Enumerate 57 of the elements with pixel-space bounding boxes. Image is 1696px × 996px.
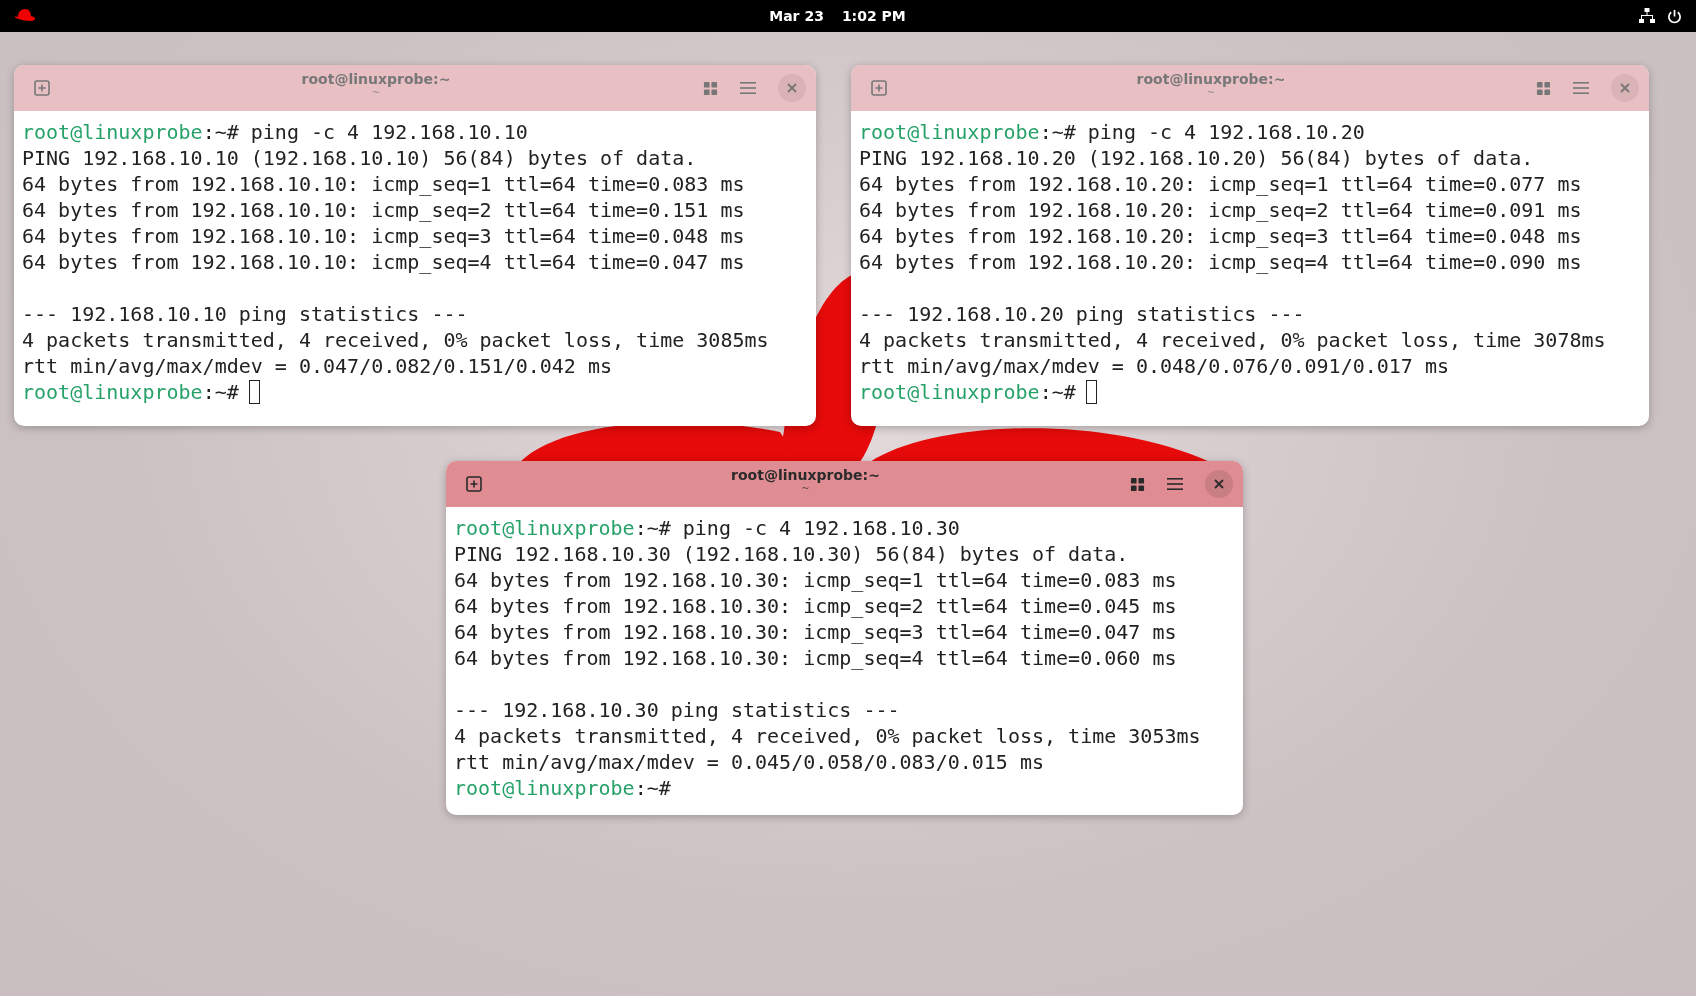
output-line: 4 packets transmitted, 4 received, 0% packet loss, time 3078ms bbox=[859, 327, 1607, 353]
close-icon bbox=[1214, 479, 1224, 489]
prompt-line: root@linuxprobe:~# bbox=[454, 775, 672, 801]
time-text: 1:02 PM bbox=[841, 8, 906, 24]
output-line: 64 bytes from 192.168.10.30: icmp_seq=3 ttl=64 time=0.047 ms bbox=[454, 619, 1178, 645]
output-line: 64 bytes from 192.168.10.20: icmp_seq=1 ttl=64 time=0.077 ms bbox=[859, 171, 1583, 197]
network-icon[interactable] bbox=[1639, 8, 1655, 24]
plus-square-icon bbox=[871, 80, 887, 96]
grid-icon bbox=[1535, 80, 1551, 96]
output-line: 64 bytes from 192.168.10.30: icmp_seq=2 ttl=64 time=0.045 ms bbox=[454, 593, 1178, 619]
window-subtitle: ~ bbox=[801, 483, 810, 494]
output-line: 64 bytes from 192.168.10.10: icmp_seq=1 ttl=64 time=0.083 ms bbox=[22, 171, 746, 197]
close-button[interactable] bbox=[778, 74, 806, 102]
output-line: PING 192.168.10.10 (192.168.10.10) 56(84) bytes of data. bbox=[22, 145, 698, 171]
window-title: root@linuxprobe:~ bbox=[1136, 71, 1286, 87]
close-button[interactable] bbox=[1611, 74, 1639, 102]
prompt-line: root@linuxprobe:~# ping -c 4 192.168.10.30 bbox=[454, 515, 961, 541]
output-line: 64 bytes from 192.168.10.10: icmp_seq=4 ttl=64 time=0.047 ms bbox=[22, 249, 746, 275]
prompt-line: root@linuxprobe:~# bbox=[22, 379, 808, 405]
power-icon[interactable] bbox=[1667, 8, 1682, 24]
window-title: root@linuxprobe:~ bbox=[301, 71, 451, 87]
clock[interactable]: Mar 23 1:02 PM bbox=[36, 8, 1639, 24]
plus-square-icon bbox=[466, 476, 482, 492]
output-line: rtt min/avg/max/mdev = 0.048/0.076/0.091/0.017 ms bbox=[859, 353, 1450, 379]
grid-icon bbox=[1129, 476, 1145, 492]
output-line: 4 packets transmitted, 4 received, 0% packet loss, time 3053ms bbox=[454, 723, 1202, 749]
output-line: rtt min/avg/max/mdev = 0.045/0.058/0.083/0.015 ms bbox=[454, 749, 1045, 775]
window-subtitle: ~ bbox=[371, 87, 381, 98]
prompt-line: root@linuxprobe:~# bbox=[859, 379, 1641, 405]
hat-logo-icon[interactable] bbox=[14, 8, 36, 24]
prompt-line: root@linuxprobe:~# ping -c 4 192.168.10.10 bbox=[22, 119, 529, 145]
menu-icon bbox=[1167, 477, 1183, 491]
close-icon bbox=[787, 83, 797, 93]
output-line: --- 192.168.10.20 ping statistics --- bbox=[859, 301, 1306, 327]
output-line: 64 bytes from 192.168.10.10: icmp_seq=2 ttl=64 time=0.151 ms bbox=[22, 197, 746, 223]
window-subtitle: ~ bbox=[1206, 87, 1216, 98]
output-line: --- 192.168.10.10 ping statistics --- bbox=[22, 301, 469, 327]
output-line: rtt min/avg/max/mdev = 0.047/0.082/0.151/0.042 ms bbox=[22, 353, 613, 379]
grid-icon bbox=[702, 80, 718, 96]
date-text: Mar 23 bbox=[769, 8, 824, 24]
output-line: 64 bytes from 192.168.10.30: icmp_seq=1 ttl=64 time=0.083 ms bbox=[454, 567, 1178, 593]
output-line: 64 bytes from 192.168.10.20: icmp_seq=2 ttl=64 time=0.091 ms bbox=[859, 197, 1583, 223]
prompt-line: root@linuxprobe:~# ping -c 4 192.168.10.20 bbox=[859, 119, 1366, 145]
close-button[interactable] bbox=[1205, 470, 1233, 498]
plus-square-icon bbox=[34, 80, 50, 96]
output-line: 64 bytes from 192.168.10.30: icmp_seq=4 ttl=64 time=0.060 ms bbox=[454, 645, 1178, 671]
menu-icon bbox=[1573, 81, 1589, 95]
output-line: 64 bytes from 192.168.10.10: icmp_seq=3 ttl=64 time=0.048 ms bbox=[22, 223, 746, 249]
output-line: 4 packets transmitted, 4 received, 0% packet loss, time 3085ms bbox=[22, 327, 770, 353]
close-icon bbox=[1620, 83, 1630, 93]
output-line: PING 192.168.10.30 (192.168.10.30) 56(84) bytes of data. bbox=[454, 541, 1130, 567]
output-line: PING 192.168.10.20 (192.168.10.20) 56(84) bytes of data. bbox=[859, 145, 1535, 171]
output-line: --- 192.168.10.30 ping statistics --- bbox=[454, 697, 901, 723]
output-line: 64 bytes from 192.168.10.20: icmp_seq=4 ttl=64 time=0.090 ms bbox=[859, 249, 1583, 275]
output-line: 64 bytes from 192.168.10.20: icmp_seq=3 ttl=64 time=0.048 ms bbox=[859, 223, 1583, 249]
window-title: root@linuxprobe:~ bbox=[731, 467, 880, 483]
menu-icon bbox=[740, 81, 756, 95]
